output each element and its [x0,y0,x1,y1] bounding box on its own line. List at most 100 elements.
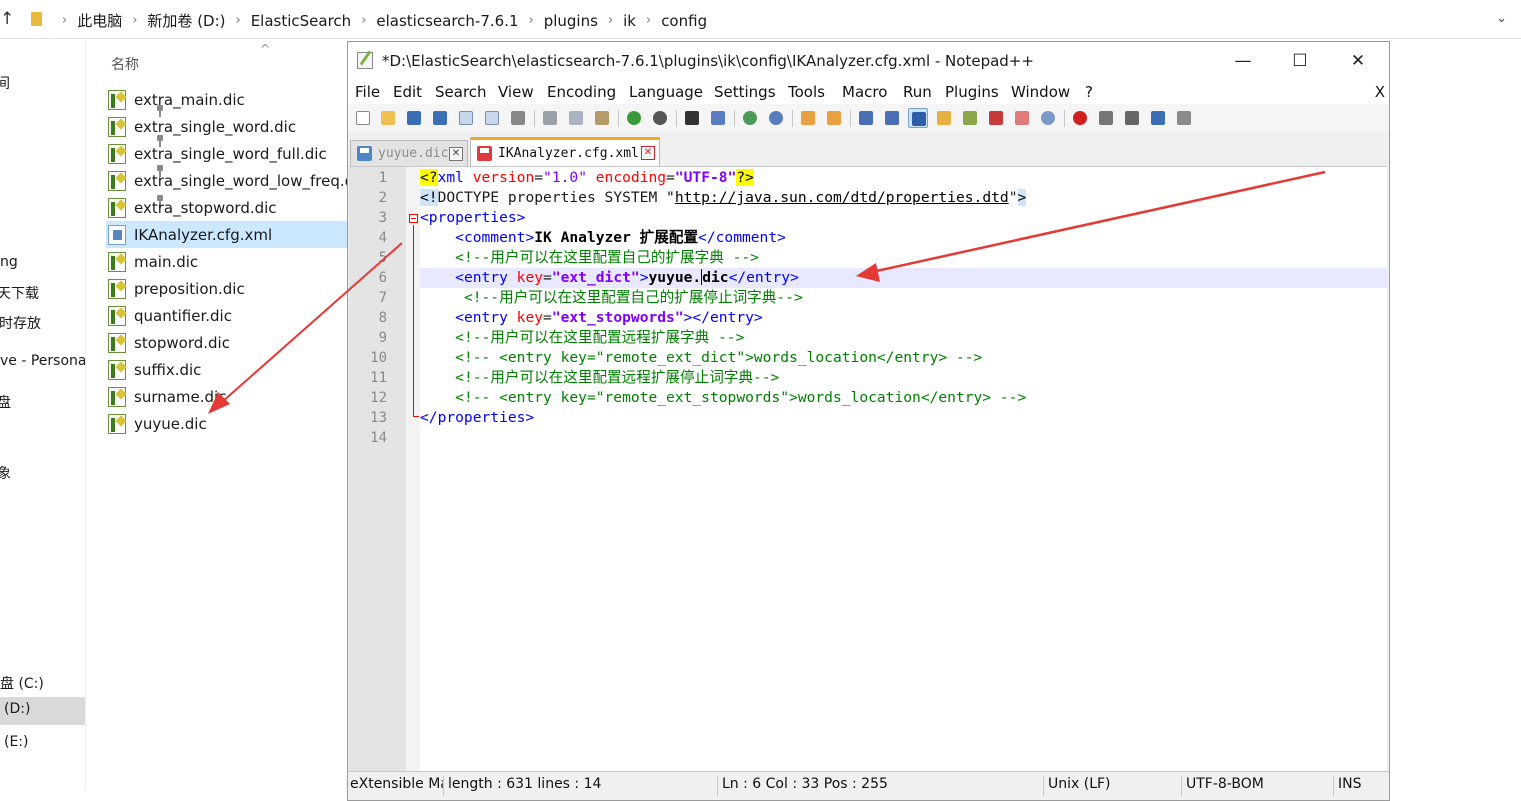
dic-file-icon [108,89,126,110]
file-item[interactable]: extra_single_word_full.dic [108,140,350,167]
chevron-down-icon[interactable]: ⌄ [1496,11,1507,26]
menu-encoding[interactable]: Encoding [547,83,616,101]
close-file-icon[interactable] [456,108,476,128]
menu-bar: File Edit Search View Encoding Language … [348,80,1389,104]
find-icon[interactable] [682,108,702,128]
open-file-icon[interactable] [378,108,398,128]
menu-file[interactable]: File [355,83,380,101]
file-item[interactable]: extra_single_word.dic [108,113,350,140]
folder-workspace-icon[interactable] [1012,108,1032,128]
record-macro-icon[interactable] [1070,108,1090,128]
file-item[interactable]: main.dic [108,248,350,275]
close-document-button[interactable]: X [1375,83,1385,101]
file-item-selected[interactable]: IKAnalyzer.cfg.xml [106,221,350,248]
breadcrumb-item[interactable]: ik [623,12,636,30]
minimize-button[interactable]: — [1220,46,1266,76]
redo-icon[interactable] [650,108,670,128]
stop-macro-icon[interactable] [1096,108,1116,128]
word-wrap-icon[interactable] [856,108,876,128]
tab-yuyue-dic[interactable]: yuyue.dic ✕ [350,140,468,166]
zoom-out-icon[interactable] [766,108,786,128]
menu-edit[interactable]: Edit [393,83,422,101]
file-item[interactable]: extra_stopword.dic [108,194,350,221]
sync-horizontal-icon[interactable] [824,108,844,128]
menu-run[interactable]: Run [903,83,932,101]
nav-item-drive-e[interactable]: (E:) [4,734,29,750]
nav-item[interactable]: 盘 [0,392,11,412]
address-bar[interactable]: ↑ › 此电脑 › 新加卷 (D:) › ElasticSearch › ela… [0,0,1521,39]
show-all-chars-icon[interactable] [882,108,902,128]
menu-view[interactable]: View [498,83,534,101]
replace-icon[interactable] [708,108,728,128]
dic-file-icon [108,116,126,137]
status-position: Ln : 6 Col : 33 Pos : 255 [720,776,1044,796]
tab-ikanalyzer-cfg-xml[interactable]: IKAnalyzer.cfg.xml ✕ [470,137,660,166]
nav-item[interactable]: ng [0,254,18,270]
sync-vertical-icon[interactable] [798,108,818,128]
new-file-icon[interactable] [353,108,373,128]
nav-item[interactable]: 时存放 [0,313,41,333]
play-macro-icon[interactable] [1122,108,1142,128]
close-tab-icon[interactable]: ✕ [641,146,655,160]
menu-settings[interactable]: Settings [714,83,776,101]
zoom-in-icon[interactable] [740,108,760,128]
function-list-icon[interactable] [986,108,1006,128]
file-item[interactable]: stopword.dic [108,329,350,356]
save-all-icon[interactable] [430,108,450,128]
code-line: <!-- <entry key="remote_ext_dict">words_… [455,349,983,366]
breadcrumb-item[interactable]: 此电脑 [77,10,122,31]
breadcrumb-item[interactable]: elasticsearch-7.6.1 [376,12,518,30]
column-header-name[interactable]: 名称 [111,54,139,74]
file-item[interactable]: quantifier.dic [108,302,350,329]
file-item[interactable]: yuyue.dic [108,410,350,437]
undo-icon[interactable] [624,108,644,128]
close-all-icon[interactable] [482,108,502,128]
save-icon[interactable] [404,108,424,128]
maximize-button[interactable]: ☐ [1277,46,1323,76]
paste-icon[interactable] [592,108,612,128]
menu-help[interactable]: ? [1085,83,1093,101]
code-area[interactable]: <?xml version="1.0" encoding="UTF-8"?> <… [420,167,1387,771]
save-macro-icon[interactable] [1174,108,1194,128]
monitoring-icon[interactable] [1038,108,1058,128]
up-arrow-icon[interactable]: ↑ [0,9,14,29]
file-item[interactable]: surname.dic [108,383,350,410]
nav-item[interactable]: ve - Persona [0,353,85,369]
indent-guide-icon[interactable] [908,108,928,128]
user-language-icon[interactable] [934,108,954,128]
toolbar-separator [734,110,735,127]
menu-tools[interactable]: Tools [788,83,825,101]
nav-item-drive-c[interactable]: 盘 (C:) [0,673,44,693]
title-bar[interactable]: *D:\ElasticSearch\elasticsearch-7.6.1\pl… [348,42,1389,80]
cut-icon[interactable] [540,108,560,128]
close-button[interactable]: ✕ [1335,46,1381,76]
menu-search[interactable]: Search [435,83,487,101]
doc-map-icon[interactable] [960,108,980,128]
run-macro-multiple-icon[interactable] [1148,108,1168,128]
dic-file-icon [108,251,126,272]
breadcrumb-item[interactable]: 新加卷 (D:) [147,10,225,31]
nav-item[interactable]: 象 [0,463,11,483]
breadcrumb-item[interactable]: plugins [544,12,598,30]
nav-item[interactable]: 间 [0,73,10,93]
chevron-right-icon: › [528,13,534,28]
menu-language[interactable]: Language [629,83,703,101]
breadcrumb-item[interactable]: config [661,12,707,30]
fold-minus-icon[interactable] [409,214,418,223]
nav-item[interactable]: 天下载 [0,283,39,303]
file-item[interactable]: extra_single_word_low_freq.dic [108,167,350,194]
breadcrumb-item[interactable]: ElasticSearch [251,12,351,30]
copy-icon[interactable] [566,108,586,128]
file-item[interactable]: suffix.dic [108,356,350,383]
menu-macro[interactable]: Macro [842,83,887,101]
file-item[interactable]: extra_main.dic [108,86,350,113]
nav-item-drive-d[interactable]: (D:) [0,697,85,725]
close-tab-icon[interactable]: ✕ [449,146,463,161]
code-editor[interactable]: 1 2 3 4 5 6 7 8 9 10 11 12 13 14 <?xml v… [349,166,1387,771]
chevron-right-icon: › [235,13,241,28]
toolbar-separator [676,110,677,127]
menu-plugins[interactable]: Plugins [945,83,999,101]
print-icon[interactable] [508,108,528,128]
menu-window[interactable]: Window [1011,83,1070,101]
file-item[interactable]: preposition.dic [108,275,350,302]
